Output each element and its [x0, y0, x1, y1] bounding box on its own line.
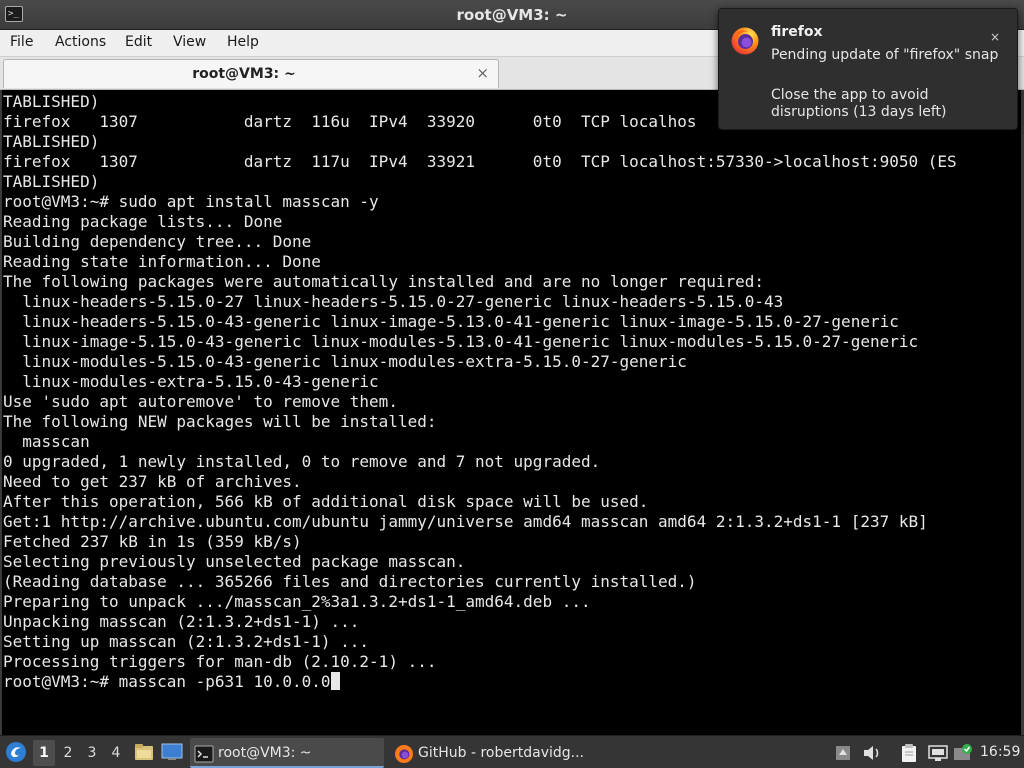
workspace-2[interactable]: 2	[57, 740, 79, 766]
firefox-icon	[394, 744, 414, 768]
terminal-line: Unpacking masscan (2:1.3.2+ds1-1) ...	[3, 612, 360, 631]
terminal-line: Use 'sudo apt autoremove' to remove them…	[3, 392, 398, 411]
terminal-line: linux-image-5.15.0-43-generic linux-modu…	[3, 332, 919, 351]
terminal-line: The following NEW packages will be insta…	[3, 412, 437, 431]
terminal-line: firefox 1307 dartz 117u IPv4 33921 0t0 T…	[3, 152, 957, 171]
terminal-line: TABLISHED)	[3, 172, 100, 191]
workspace-1[interactable]: 1	[33, 740, 55, 766]
terminal-line: (Reading database ... 365266 files and d…	[3, 572, 697, 591]
start-menu-icon[interactable]	[5, 741, 27, 767]
menu-edit[interactable]: Edit	[125, 34, 152, 50]
menu-help[interactable]: Help	[227, 34, 259, 50]
terminal-line: After this operation, 566 kB of addition…	[3, 492, 649, 511]
desktop-icon[interactable]	[161, 743, 183, 765]
terminal-lines: TABLISHED) firefox 1307 dartz 116u IPv4 3…	[3, 92, 957, 692]
terminal-line: Building dependency tree... Done	[3, 232, 312, 251]
task-firefox-label: GitHub - robertdavidg...	[418, 745, 584, 761]
menu-file[interactable]: File	[10, 34, 33, 50]
firefox-icon	[730, 26, 760, 60]
notification-body: Pending update of "firefox" snap	[771, 47, 999, 63]
terminal-line: masscan	[3, 432, 90, 451]
terminal-line: Processing triggers for man-db (2.10.2-1…	[3, 652, 437, 671]
tab-label: root@VM3: ~	[192, 66, 296, 82]
taskbar: 1 2 3 4 root@VM3: ~ GitHub - robertdavid…	[0, 735, 1024, 768]
terminal-line: Need to get 237 kB of archives.	[3, 472, 302, 491]
terminal-line: Setting up masscan (2:1.3.2+ds1-1) ...	[3, 632, 370, 651]
tab-close-button[interactable]: ×	[476, 64, 489, 82]
terminal-line: Fetched 237 kB in 1s (359 kB/s)	[3, 532, 302, 551]
terminal-output[interactable]: TABLISHED) firefox 1307 dartz 116u IPv4 3…	[0, 90, 1024, 735]
task-terminal[interactable]: root@VM3: ~	[190, 738, 384, 768]
task-terminal-label: root@VM3: ~	[218, 745, 312, 761]
terminal-line: linux-modules-extra-5.15.0-43-generic	[3, 372, 379, 391]
network-icon[interactable]	[927, 744, 949, 766]
terminal-line: Reading package lists... Done	[3, 212, 283, 231]
terminal-line: 0 upgraded, 1 newly installed, 0 to remo…	[3, 452, 601, 471]
keyboard-layout-icon[interactable]	[834, 744, 852, 766]
update-notifier-icon[interactable]	[953, 743, 973, 767]
terminal-icon	[194, 744, 214, 768]
volume-icon[interactable]	[862, 744, 882, 766]
terminal-line: linux-modules-5.15.0-43-generic linux-mo…	[3, 352, 687, 371]
terminal-cursor	[330, 672, 340, 690]
terminal-line: The following packages were automaticall…	[3, 272, 764, 291]
clipboard-icon[interactable]	[900, 743, 918, 767]
file-manager-icon[interactable]	[134, 743, 154, 765]
tab-terminal[interactable]: root@VM3: ~ ×	[3, 59, 499, 88]
terminal-line: Selecting previously unselected package …	[3, 552, 466, 571]
terminal-line: root@VM3:~# sudo apt install masscan -y	[3, 192, 379, 211]
notification-detail: Close the app to avoid disruptions (13 d…	[771, 87, 947, 120]
terminal-prompt-text: root@VM3:~# masscan -p631 10.0.0.0	[3, 672, 331, 691]
workspace-4[interactable]: 4	[105, 740, 127, 766]
terminal-line: Get:1 http://archive.ubuntu.com/ubuntu j…	[3, 512, 928, 531]
menu-view[interactable]: View	[173, 34, 206, 50]
clock[interactable]: 16:59	[980, 744, 1020, 760]
terminal-line: Preparing to unpack .../masscan_2%3a1.3.…	[3, 592, 591, 611]
notification-close-button[interactable]: ×	[983, 25, 1007, 49]
task-firefox[interactable]: GitHub - robertdavidg...	[390, 738, 584, 768]
notification-title: firefox	[771, 24, 823, 40]
terminal-line: TABLISHED)	[3, 132, 100, 151]
terminal-line: linux-headers-5.15.0-27 linux-headers-5.…	[3, 292, 784, 311]
terminal-line: linux-headers-5.15.0-43-generic linux-im…	[3, 312, 899, 331]
terminal-line: Reading state information... Done	[3, 252, 321, 271]
terminal-prompt-line[interactable]: root@VM3:~# masscan -p631 10.0.0.0	[3, 672, 957, 692]
menu-actions[interactable]: Actions	[55, 34, 106, 50]
notification-popup[interactable]: firefox Pending update of "firefox" snap…	[718, 8, 1018, 130]
workspace-3[interactable]: 3	[81, 740, 103, 766]
